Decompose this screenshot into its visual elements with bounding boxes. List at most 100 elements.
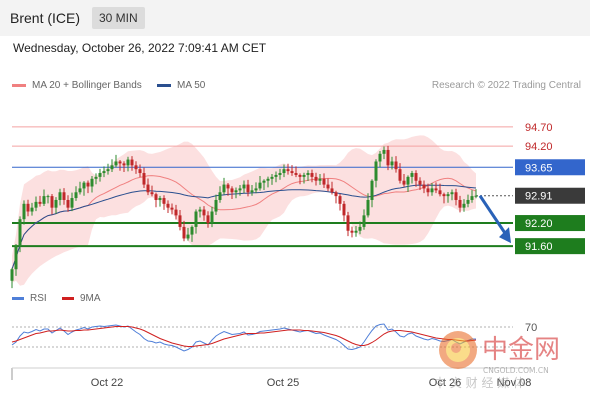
candle-body: [366, 199, 370, 216]
candle-body: [158, 198, 162, 200]
rsi-level-label: 70: [525, 322, 537, 334]
candle-body: [402, 180, 406, 185]
candle-body: [154, 194, 158, 200]
candle-body: [246, 184, 250, 193]
candle-body: [10, 269, 14, 281]
x-axis-label: Oct 25: [267, 377, 299, 389]
candle-body: [362, 215, 366, 227]
candle-body: [74, 192, 78, 199]
candle-body: [82, 182, 86, 189]
bollinger-band: [12, 135, 476, 286]
candle-body: [470, 196, 474, 200]
candle-body: [342, 203, 346, 216]
candle-body: [146, 184, 150, 193]
bollinger-band-area: [12, 135, 476, 286]
candle-body: [114, 161, 118, 166]
candle-body: [374, 161, 378, 181]
candle-body: [294, 173, 298, 175]
candle-body: [306, 173, 310, 175]
candle-body: [378, 153, 382, 162]
level-label-1: 94.20: [525, 141, 553, 153]
candle-body: [138, 169, 142, 174]
candle-body: [350, 230, 354, 233]
candle-body: [86, 182, 90, 187]
candle-body: [14, 246, 18, 270]
candle-body: [314, 176, 318, 181]
candle-body: [170, 207, 174, 210]
candle-body: [354, 230, 358, 233]
candle-body: [122, 163, 126, 166]
candle-body: [210, 211, 214, 224]
candle-body: [30, 207, 34, 212]
candle-body: [182, 226, 186, 239]
candle-body: [418, 180, 422, 185]
candle-body: [58, 192, 62, 200]
candle-body: [454, 192, 458, 200]
candle: [154, 192, 158, 208]
candle-body: [98, 173, 102, 177]
price-chart: 94.70 94.20 93.65 92.91 92.20 91.60 70 Oct 22…: [10, 122, 585, 390]
watermark: 中金网 CNGOLD.COM.CN 中 文 财 经 媒 体: [434, 331, 560, 390]
candle-body: [406, 176, 410, 185]
candle-body: [230, 188, 234, 193]
candle: [346, 211, 350, 237]
candle-body: [206, 215, 210, 224]
watermark-logo-core: [451, 343, 461, 353]
level-label-0: 94.70: [525, 122, 553, 134]
candle-body: [174, 209, 178, 216]
candle-body: [202, 209, 206, 216]
candle-body: [434, 188, 438, 191]
candle-body: [254, 188, 258, 191]
candle-body: [166, 203, 170, 208]
candle-body: [234, 190, 238, 193]
level-label-4: 92.20: [525, 218, 553, 230]
candle-body: [222, 184, 226, 193]
level-labels: 94.70 94.20 93.65 92.91 92.20 91.60: [515, 122, 585, 255]
candle-body: [118, 161, 122, 164]
candle-body: [446, 194, 450, 197]
candle-body: [334, 192, 338, 197]
x-axis-label: Oct 22: [91, 377, 123, 389]
rsi-ma-line: [11, 326, 477, 347]
candle-body: [266, 178, 270, 181]
candle-body: [62, 192, 66, 200]
candle-body: [310, 173, 314, 177]
candle-body: [214, 199, 218, 212]
candle-body: [250, 190, 254, 193]
candle-body: [26, 203, 30, 212]
candle-body: [262, 180, 266, 183]
candle-body: [94, 176, 98, 179]
candle-body: [102, 171, 106, 174]
candle-body: [226, 184, 230, 189]
candle-body: [34, 201, 38, 208]
candle-body: [462, 203, 466, 208]
candle-body: [346, 215, 350, 231]
candle-body: [150, 192, 154, 195]
candle-body: [398, 169, 402, 181]
candle-body: [358, 226, 362, 231]
candle-body: [130, 159, 134, 166]
candle-body: [386, 149, 390, 166]
projection-shaft: [478, 194, 509, 237]
candle: [10, 267, 14, 289]
candle-body: [390, 161, 394, 166]
candle-body: [162, 198, 166, 204]
candle-body: [22, 203, 26, 220]
candle: [334, 190, 338, 204]
candle-body: [18, 219, 22, 247]
candle-body: [474, 195, 478, 197]
candle-body: [134, 165, 138, 170]
candle-body: [290, 171, 294, 174]
candle-body: [258, 182, 262, 189]
candle-body: [142, 173, 146, 185]
projection-arrow: [478, 194, 511, 244]
level-label-2: 93.65: [525, 162, 553, 174]
candle-body: [66, 199, 70, 208]
candle-body: [110, 165, 114, 170]
candle-body: [318, 178, 322, 181]
candle-body: [218, 192, 222, 200]
candle-body: [46, 196, 50, 198]
candle-body: [54, 199, 58, 208]
candle-body: [278, 173, 282, 175]
candle-body: [106, 169, 110, 172]
